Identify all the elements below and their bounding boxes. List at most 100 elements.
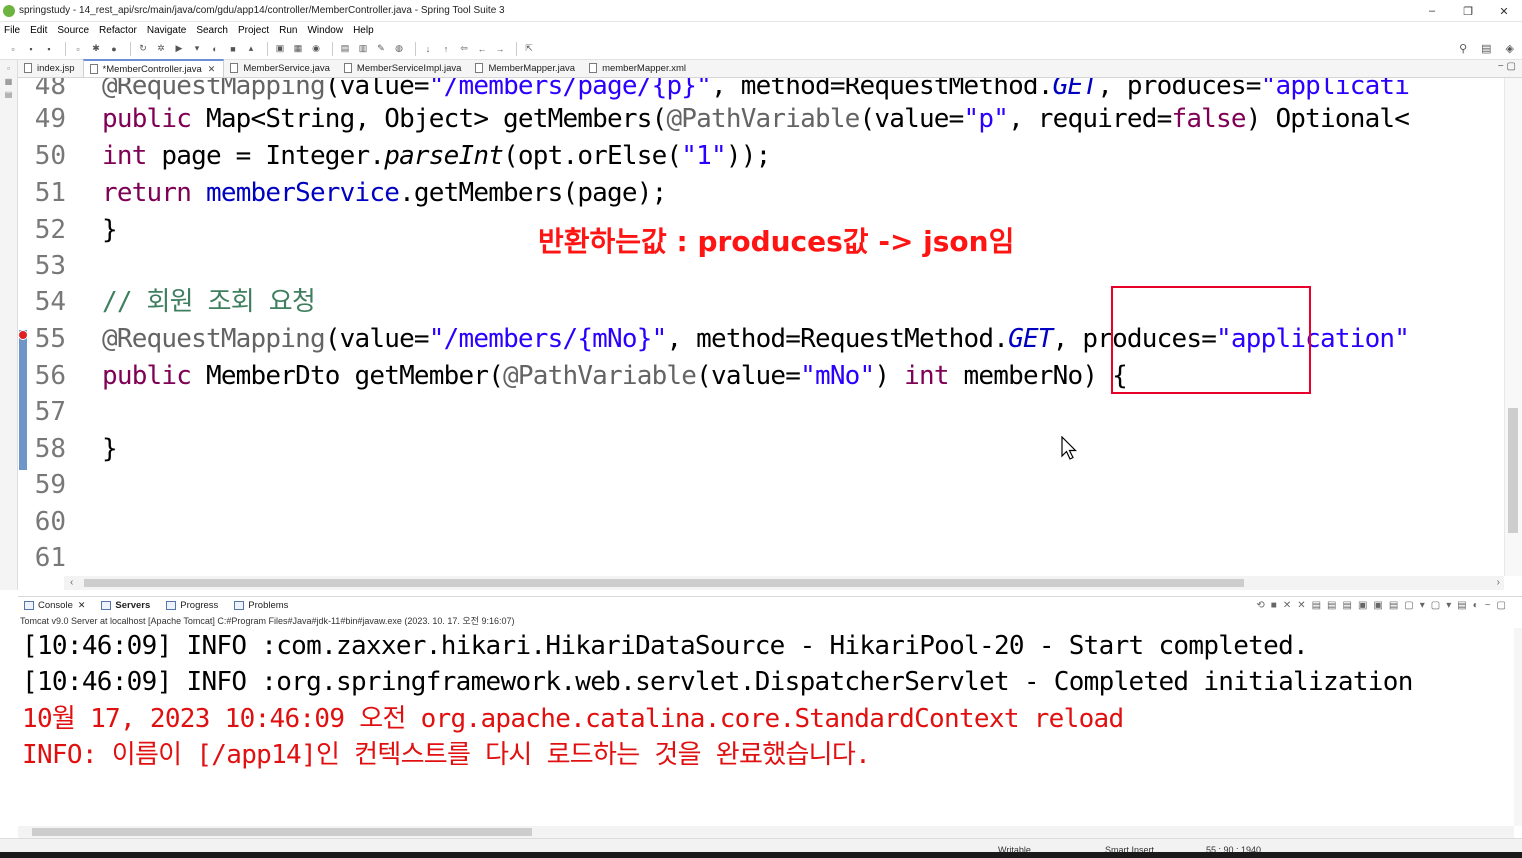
toolbar-separator <box>516 41 517 56</box>
tab-member-service-impl[interactable]: MemberServiceImpl.java <box>338 59 470 77</box>
restore-view-icon[interactable]: ▫ <box>0 64 17 73</box>
code-text: public Map<String, Object> getMembers(@P… <box>102 104 1410 134</box>
spring-boot-icon[interactable]: ● <box>107 42 121 56</box>
code-text: } <box>102 434 118 464</box>
left-trim-bar: ▫ ▦ ▤ <box>0 60 18 590</box>
save-all-icon[interactable]: ▪ <box>42 42 56 56</box>
previous-annotation-icon[interactable]: ↑ <box>439 42 453 56</box>
web-browser-icon[interactable]: ◍ <box>392 42 406 56</box>
open-perspective-icon[interactable]: ▤ <box>1481 42 1491 55</box>
toolbar-separator <box>332 41 333 56</box>
code-line-58: 58 } <box>18 431 1504 468</box>
tab-progress[interactable]: Progress <box>160 600 218 611</box>
tab-label: MemberService.java <box>243 62 330 74</box>
editor-tab-bar: index.jsp *MemberController.java ✕ Membe… <box>18 59 1522 78</box>
menu-project[interactable]: Project <box>238 25 269 36</box>
open-type-icon[interactable]: ▤ <box>338 42 352 56</box>
menu-search[interactable]: Search <box>196 25 228 36</box>
scroll-thumb[interactable] <box>1508 408 1518 533</box>
xml-file-icon <box>589 63 598 73</box>
tab-member-service[interactable]: MemberService.java <box>224 59 338 77</box>
code-editor[interactable]: 48 @RequestMapping(value="/members/page/… <box>18 78 1504 576</box>
search-icon[interactable]: ⚲ <box>1459 42 1467 55</box>
package-explorer-icon[interactable]: ▦ <box>0 77 17 86</box>
scroll-left-icon[interactable]: ‹ <box>70 577 73 588</box>
editor-minmax-icon[interactable]: − ▢ <box>1498 61 1516 72</box>
scroll-thumb[interactable] <box>84 579 1244 587</box>
code-text: return memberService.getMembers(page); <box>102 178 667 208</box>
tab-servers[interactable]: Servers <box>95 600 150 611</box>
title-bar: springstudy - 14_rest_api/src/main/java/… <box>0 0 1522 22</box>
last-edit-icon[interactable]: ⇦ <box>457 42 471 56</box>
run-dropdown-icon[interactable]: ▾ <box>190 42 204 56</box>
annotation-overlay-text: 반환하는값 : produces값 -> json임 <box>538 225 1015 258</box>
tab-console[interactable]: Console ✕ <box>18 600 85 611</box>
toolbar-right: ⚲ ▤ ◈ <box>1459 42 1514 55</box>
menu-source[interactable]: Source <box>57 25 89 36</box>
console-output[interactable]: [10:46:09] INFO :com.zaxxer.hikari.Hikar… <box>18 628 1514 826</box>
code-line-60: 60 <box>34 507 66 537</box>
tab-problems[interactable]: Problems <box>228 600 288 611</box>
console-vertical-scrollbar[interactable] <box>1514 628 1522 826</box>
code-text: public MemberDto getMember(@PathVariable… <box>102 361 1128 391</box>
spring-tool-suite-icon <box>3 5 15 17</box>
menu-run[interactable]: Run <box>279 25 297 36</box>
mouse-cursor-icon <box>1061 436 1077 460</box>
outline-icon[interactable]: ▤ <box>0 90 17 99</box>
minimize-button[interactable]: – <box>1414 0 1450 22</box>
menu-navigate[interactable]: Navigate <box>147 25 186 36</box>
window-title: springstudy - 14_rest_api/src/main/java/… <box>19 5 505 16</box>
java-file-icon <box>475 63 484 73</box>
bottom-panel-tabs: Console ✕ Servers Progress Problems ⟲■✕✕… <box>18 596 1522 614</box>
menu-refactor[interactable]: Refactor <box>99 25 137 36</box>
editor-vertical-scrollbar[interactable] <box>1504 78 1522 576</box>
refresh-icon[interactable]: ↻ <box>136 42 150 56</box>
close-window-button[interactable]: ✕ <box>1486 0 1522 22</box>
menu-help[interactable]: Help <box>353 25 374 36</box>
new-icon[interactable]: ▫ <box>6 42 20 56</box>
back-icon[interactable]: ← <box>475 42 489 56</box>
close-tab-icon[interactable]: ✕ <box>208 64 216 75</box>
console-process-description: Tomcat v9.0 Server at localhost [Apache … <box>18 614 1522 628</box>
menu-window[interactable]: Window <box>307 25 343 36</box>
new-package-icon[interactable]: ▦ <box>291 42 305 56</box>
bug-icon[interactable]: ✲ <box>154 42 168 56</box>
console-toolbar-icons[interactable]: ⟲■✕✕▤▤▤▣▣▤▢▾▢▾▤◐−▢ <box>1256 600 1512 611</box>
console-horizontal-scrollbar[interactable] <box>18 826 1514 838</box>
new-class-icon[interactable]: ◉ <box>309 42 323 56</box>
code-line-57: 57 <box>34 397 66 427</box>
debug-icon[interactable]: ✱ <box>89 42 103 56</box>
java-file-icon <box>89 64 98 74</box>
forward-icon[interactable]: → <box>493 42 507 56</box>
next-annotation-icon[interactable]: ↓ <box>421 42 435 56</box>
coverage-icon[interactable]: ◐ <box>208 42 222 56</box>
pin-editor-icon[interactable]: ⇱ <box>522 42 536 56</box>
tab-label: index.jsp <box>37 62 75 74</box>
tab-index-jsp[interactable]: index.jsp <box>18 59 83 77</box>
scroll-right-icon[interactable]: › <box>1497 577 1500 588</box>
print-icon[interactable]: ▫ <box>71 42 85 56</box>
toolbar-separator <box>267 41 268 56</box>
run-icon[interactable]: ▶ <box>172 42 186 56</box>
menu-file[interactable]: File <box>4 25 20 36</box>
java-file-icon <box>230 63 239 73</box>
external-tools-icon[interactable]: ▴ <box>244 42 258 56</box>
new-java-project-icon[interactable]: ▣ <box>273 42 287 56</box>
stop-icon[interactable]: ■ <box>226 42 240 56</box>
tab-member-mapper-xml[interactable]: memberMapper.xml <box>583 59 694 77</box>
console-line: [10:46:09] INFO :com.zaxxer.hikari.Hikar… <box>22 631 1309 661</box>
scroll-thumb[interactable] <box>32 828 532 836</box>
search-tool-icon[interactable]: ✎ <box>374 42 388 56</box>
perspective-icon[interactable]: ◈ <box>1506 42 1514 55</box>
tab-member-mapper[interactable]: MemberMapper.java <box>469 59 583 77</box>
save-icon[interactable]: ▪ <box>24 42 38 56</box>
restore-button[interactable]: ❐ <box>1450 0 1486 22</box>
close-console-icon[interactable]: ✕ <box>78 600 86 611</box>
menu-bar: File Edit Source Refactor Navigate Searc… <box>0 22 1522 38</box>
editor-horizontal-scrollbar[interactable]: ‹ › <box>64 576 1504 590</box>
console-line: [10:46:09] INFO :org.springframework.web… <box>22 667 1413 697</box>
tab-member-controller[interactable]: *MemberController.java ✕ <box>82 59 225 77</box>
code-line-49: 49 public Map<String, Object> getMembers… <box>18 101 1504 138</box>
open-task-icon[interactable]: ▥ <box>356 42 370 56</box>
menu-edit[interactable]: Edit <box>30 25 47 36</box>
